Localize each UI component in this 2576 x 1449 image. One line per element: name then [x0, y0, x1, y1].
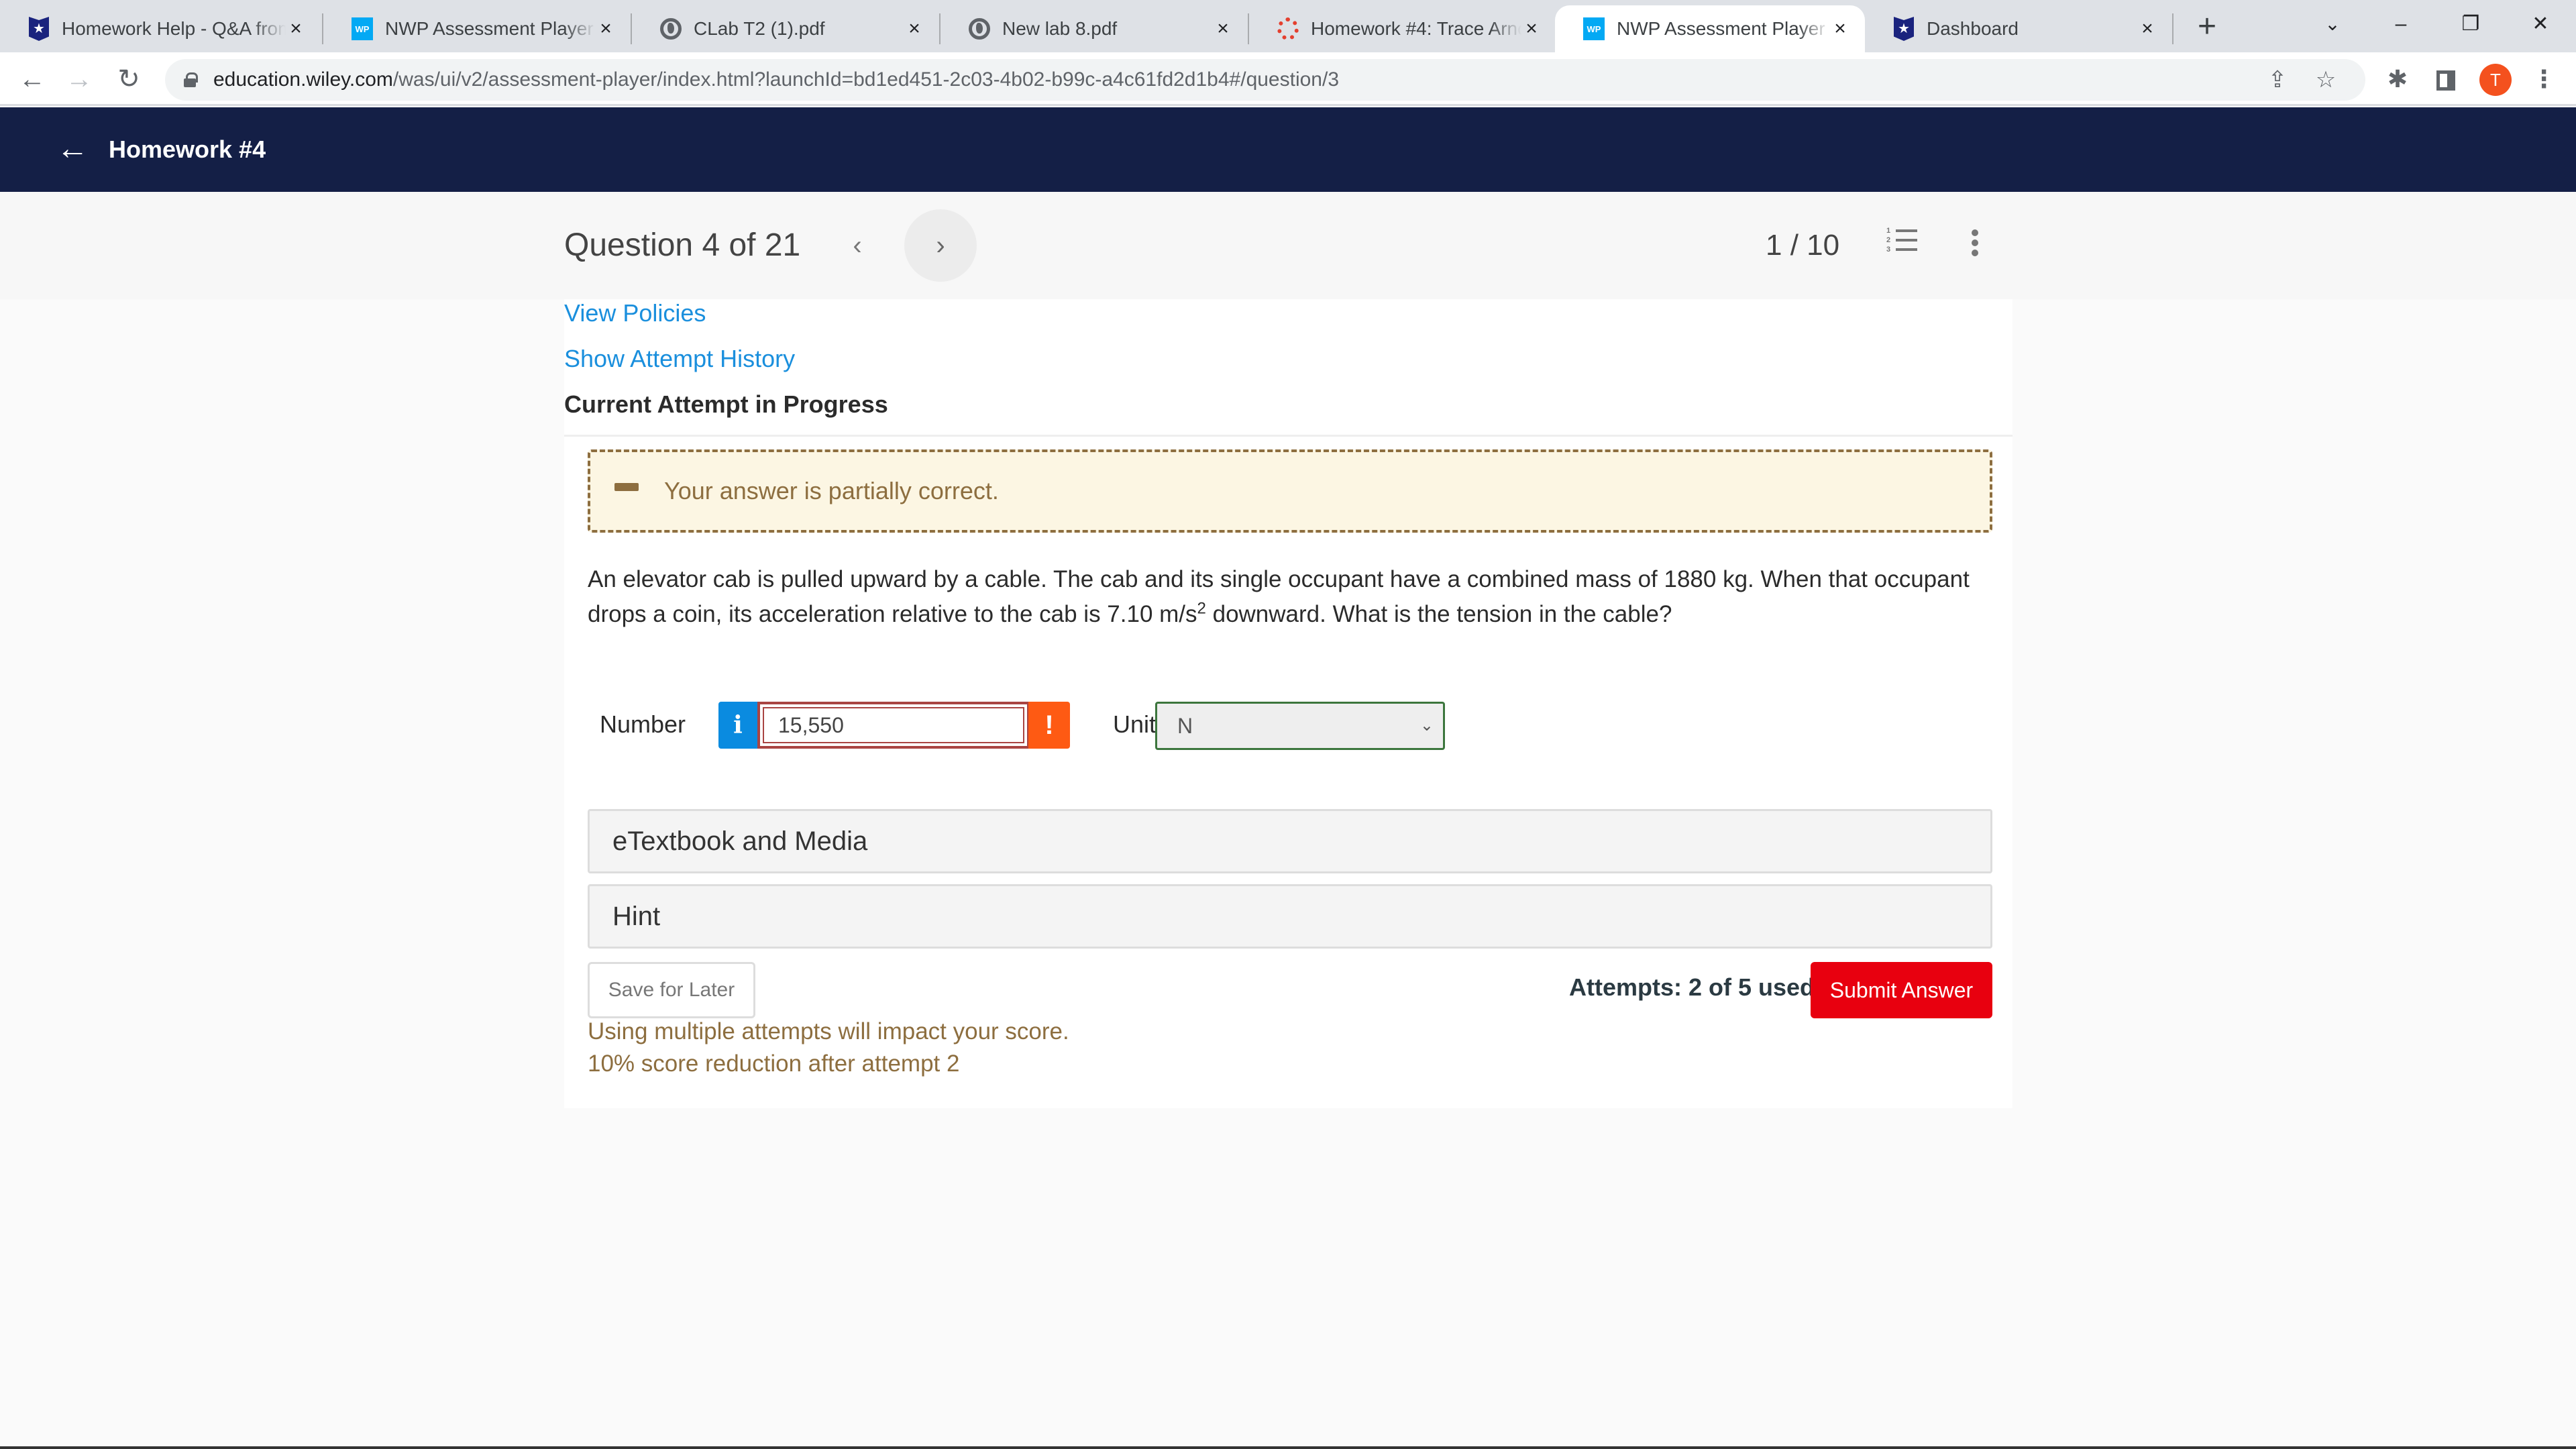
browser-tab[interactable]: Homework #4: Trace Arnold ×: [1249, 5, 1556, 52]
browser-tab[interactable]: ★ Homework Help - Q&A from ×: [0, 5, 321, 52]
extensions-puzzle-icon[interactable]: ✱: [2380, 62, 2415, 97]
question-navigation: Question 4 of 21 ‹ › 1 / 10 1 2 3: [0, 192, 2576, 299]
browser-tab[interactable]: WP NWP Assessment Player UI ×: [323, 5, 631, 52]
tab-search-chevron-icon[interactable]: ⌄: [2302, 5, 2363, 43]
globe-icon: [969, 17, 990, 41]
warning-icon[interactable]: !: [1028, 702, 1070, 749]
browser-tab-bar: ★ Homework Help - Q&A from × WP NWP Asse…: [0, 0, 2576, 52]
window-close-icon[interactable]: ✕: [2510, 5, 2571, 43]
number-input[interactable]: [757, 702, 1030, 749]
tab-title: NWP Assessment Player UI: [385, 18, 596, 39]
answer-row: Number i ! Units N ⌄: [588, 699, 1527, 750]
new-tab-button[interactable]: +: [2188, 9, 2226, 47]
partial-correct-dash-icon: [614, 483, 639, 491]
hint-accordion[interactable]: Hint: [588, 884, 1992, 949]
address-bar[interactable]: education.wiley.com/was/ui/v2/assessment…: [165, 59, 2365, 101]
save-for-later-button[interactable]: Save for Later: [588, 962, 755, 1018]
browser-menu-icon[interactable]: ⋮: [2526, 62, 2561, 97]
canvas-icon: [1277, 17, 1299, 41]
wp-icon: WP: [1583, 17, 1605, 41]
back-arrow-icon[interactable]: ←: [55, 131, 90, 166]
units-selected-value: N: [1177, 714, 1193, 738]
question-card: View Policies Show Attempt History Curre…: [564, 299, 2012, 1108]
question-list-icon[interactable]: 1 2 3: [1886, 223, 1919, 255]
bookmark-star-icon[interactable]: ☆: [2310, 64, 2341, 95]
divider: [564, 435, 2012, 437]
previous-question-chevron-icon[interactable]: ‹: [839, 227, 876, 264]
globe-icon: [660, 17, 682, 41]
show-attempt-history-link[interactable]: Show Attempt History: [564, 345, 795, 373]
shield-star-icon: ★: [1893, 17, 1915, 41]
tab-title: New lab 8.pdf: [1002, 18, 1118, 39]
tab-title: Homework Help - Q&A from: [62, 18, 286, 39]
accordion-label: eTextbook and Media: [612, 826, 868, 856]
tab-separator: [2172, 13, 2174, 44]
attempt-heading: Current Attempt in Progress: [564, 390, 888, 418]
close-tab-icon[interactable]: ×: [2137, 19, 2157, 39]
browser-tab[interactable]: New lab 8.pdf ×: [941, 5, 1248, 52]
minimize-icon[interactable]: –: [2371, 5, 2431, 43]
tab-title: Homework #4: Trace Arnold: [1311, 18, 1521, 39]
forward-icon[interactable]: →: [60, 60, 98, 98]
assignment-title[interactable]: Homework #4: [109, 107, 266, 192]
profile-avatar[interactable]: T: [2479, 64, 2512, 96]
penalty-notice: Using multiple attempts will impact your…: [588, 1018, 1069, 1044]
close-tab-icon[interactable]: ×: [596, 19, 616, 39]
question-counter: Question 4 of 21: [564, 227, 801, 263]
browser-tab[interactable]: ★ Dashboard ×: [1865, 5, 2172, 52]
question-points: 1 / 10: [1766, 229, 1840, 262]
submit-answer-button[interactable]: Submit Answer: [1811, 962, 1992, 1018]
tab-title: Dashboard: [1927, 18, 2019, 39]
tab-title: CLab T2 (1).pdf: [694, 18, 825, 39]
view-policies-link[interactable]: View Policies: [564, 299, 706, 327]
accordion-label: Hint: [612, 902, 661, 931]
number-label: Number: [600, 710, 686, 738]
browser-tab-active[interactable]: WP NWP Assessment Player UI ×: [1555, 5, 1865, 52]
restore-icon[interactable]: ❐: [2440, 5, 2501, 43]
units-select[interactable]: N ⌄: [1155, 702, 1445, 750]
share-icon[interactable]: ⇪: [2262, 64, 2293, 95]
info-icon[interactable]: i: [718, 702, 757, 749]
lock-icon[interactable]: [184, 72, 198, 87]
feedback-text: Your answer is partially correct.: [664, 477, 999, 504]
close-tab-icon[interactable]: ×: [1830, 19, 1850, 39]
app-header: ← Homework #4: [0, 107, 2576, 192]
close-tab-icon[interactable]: ×: [904, 19, 924, 39]
etextbook-media-accordion[interactable]: eTextbook and Media: [588, 809, 1992, 873]
browser-tab[interactable]: CLab T2 (1).pdf ×: [632, 5, 939, 52]
next-question-chevron-icon[interactable]: ›: [904, 209, 977, 282]
wp-icon: WP: [352, 17, 373, 41]
shield-star-icon: ★: [28, 17, 50, 41]
close-tab-icon[interactable]: ×: [1213, 19, 1233, 39]
more-options-icon[interactable]: [1966, 223, 1986, 263]
close-tab-icon[interactable]: ×: [1521, 19, 1542, 39]
reload-icon[interactable]: ↻: [110, 60, 148, 98]
question-text: An elevator cab is pulled upward by a ca…: [588, 566, 1970, 627]
browser-toolbar: ← → ↻ education.wiley.com/was/ui/v2/asse…: [0, 52, 2576, 106]
attempts-counter: Attempts: 2 of 5 used: [1569, 973, 1815, 1001]
taskbar-edge: [0, 1446, 2576, 1449]
close-tab-icon[interactable]: ×: [286, 19, 306, 39]
tab-title: NWP Assessment Player UI: [1617, 18, 1830, 39]
feedback-banner: Your answer is partially correct.: [588, 449, 1992, 533]
chevron-down-icon: ⌄: [1419, 716, 1434, 735]
url-text[interactable]: education.wiley.com/was/ui/v2/assessment…: [213, 59, 1339, 101]
back-icon[interactable]: ←: [13, 60, 51, 98]
penalty-detail: 10% score reduction after attempt 2: [588, 1051, 960, 1077]
side-panel-icon[interactable]: [2436, 70, 2455, 91]
